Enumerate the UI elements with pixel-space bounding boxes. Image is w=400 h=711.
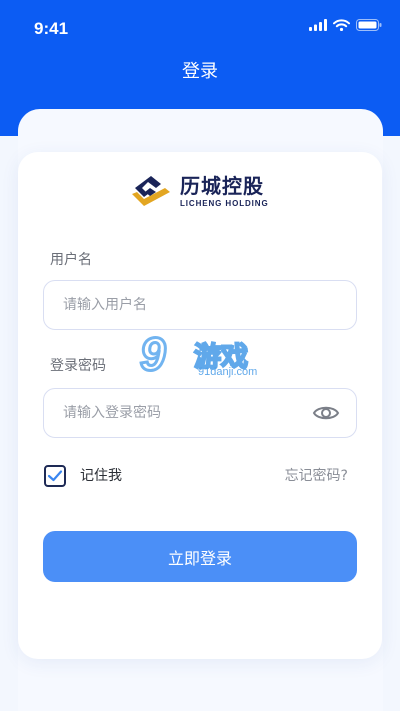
remember-me-checkbox[interactable]: [44, 465, 66, 487]
username-placeholder: 请输入用户名: [63, 297, 147, 313]
company-name-en: LICHENG HOLDING: [180, 198, 269, 208]
status-icons: [309, 18, 382, 32]
watermark: 9 游戏 91danji.com: [139, 327, 272, 383]
eye-icon[interactable]: [312, 403, 340, 423]
status-time: 9:41: [34, 19, 69, 38]
username-label: 用户名: [50, 252, 92, 268]
battery-icon: [356, 19, 382, 31]
company-logo: 历城控股 LICHENG HOLDING: [130, 174, 269, 208]
company-logo-mark-icon: [132, 176, 170, 206]
checkmark-icon: [47, 470, 63, 482]
password-label: 登录密码: [50, 358, 106, 374]
password-input[interactable]: 请输入登录密码: [43, 388, 357, 438]
signal-icon: [309, 19, 327, 31]
username-input[interactable]: 请输入用户名: [43, 280, 357, 330]
login-button-label: 立即登录: [167, 548, 232, 568]
watermark-domain: 91danji.com: [198, 366, 258, 378]
password-placeholder: 请输入登录密码: [63, 405, 161, 421]
status-bar: 9:41: [0, 0, 400, 50]
remember-me-label[interactable]: 记住我: [80, 467, 122, 485]
wifi-icon: [333, 19, 350, 31]
login-button[interactable]: 立即登录: [43, 531, 357, 582]
company-name-cn: 历城控股: [180, 173, 264, 198]
watermark-mark: 9: [139, 327, 168, 382]
page-title: 登录: [182, 61, 218, 82]
forgot-password-link[interactable]: 忘记密码?: [285, 467, 348, 485]
